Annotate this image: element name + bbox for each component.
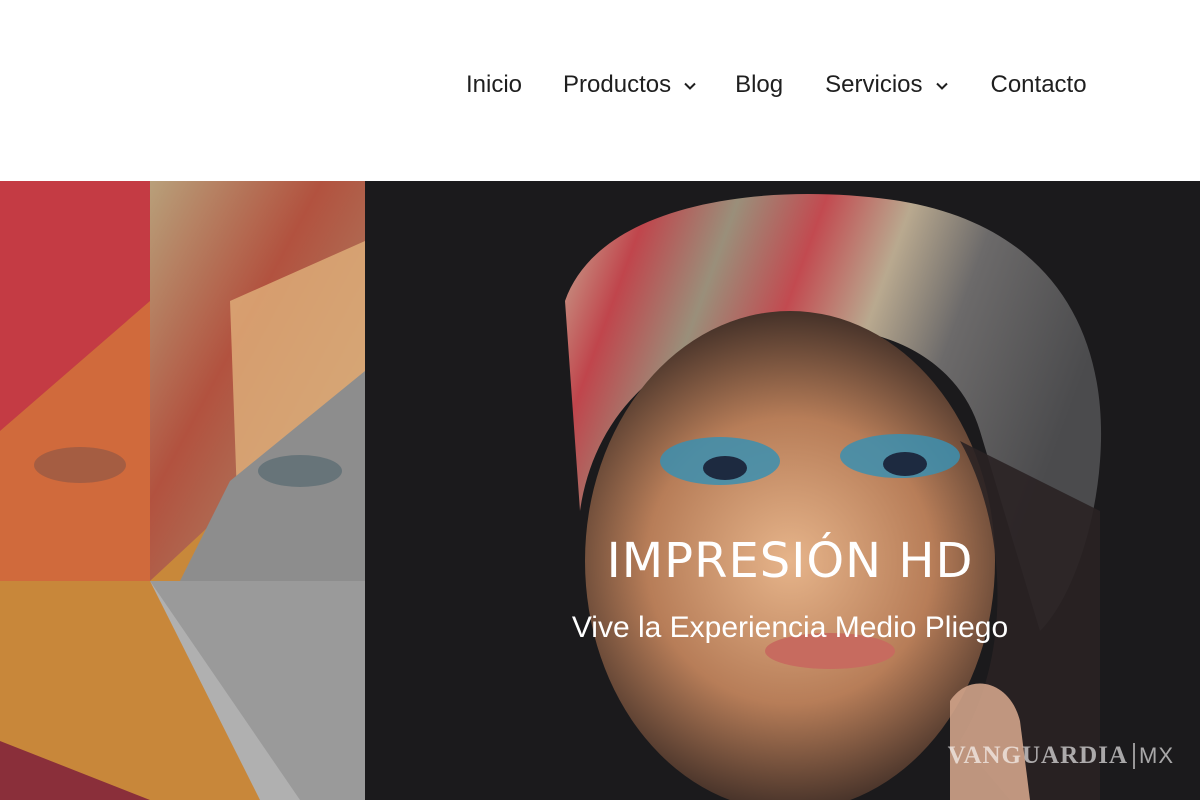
nav-item-label: Servicios	[825, 71, 923, 98]
site-header: Inicio Productos Blog Servicios Contacto	[0, 0, 1200, 181]
nav-item-blog[interactable]: Blog	[735, 71, 783, 99]
hero-background-image	[0, 181, 1200, 800]
hero-subtitle: Vive la Experiencia Medio Pliego	[571, 611, 1009, 644]
nav-item-label: Productos	[563, 71, 672, 98]
watermark-divider	[1133, 743, 1135, 769]
chevron-down-icon	[684, 82, 696, 90]
nav-item-inicio[interactable]: Inicio	[466, 71, 522, 99]
nav-item-label: Blog	[735, 71, 784, 98]
watermark-brand: VANGUARDIA	[947, 742, 1128, 769]
nav-item-label: Contacto	[990, 71, 1087, 98]
watermark-suffix: MX	[1139, 743, 1174, 768]
watermark-logo: VANGUARDIA MX	[948, 742, 1174, 770]
nav-item-contacto[interactable]: Contacto	[991, 71, 1087, 99]
main-nav: Inicio Productos Blog Servicios Contacto	[466, 68, 1087, 102]
nav-item-servicios[interactable]: Servicios	[825, 71, 948, 99]
nav-item-label: Inicio	[466, 71, 523, 98]
hero-banner[interactable]: IMPRESIÓN HD Vive la Experiencia Medio P…	[0, 181, 1200, 800]
chevron-down-icon	[935, 82, 948, 90]
nav-item-productos[interactable]: Productos	[563, 71, 697, 99]
